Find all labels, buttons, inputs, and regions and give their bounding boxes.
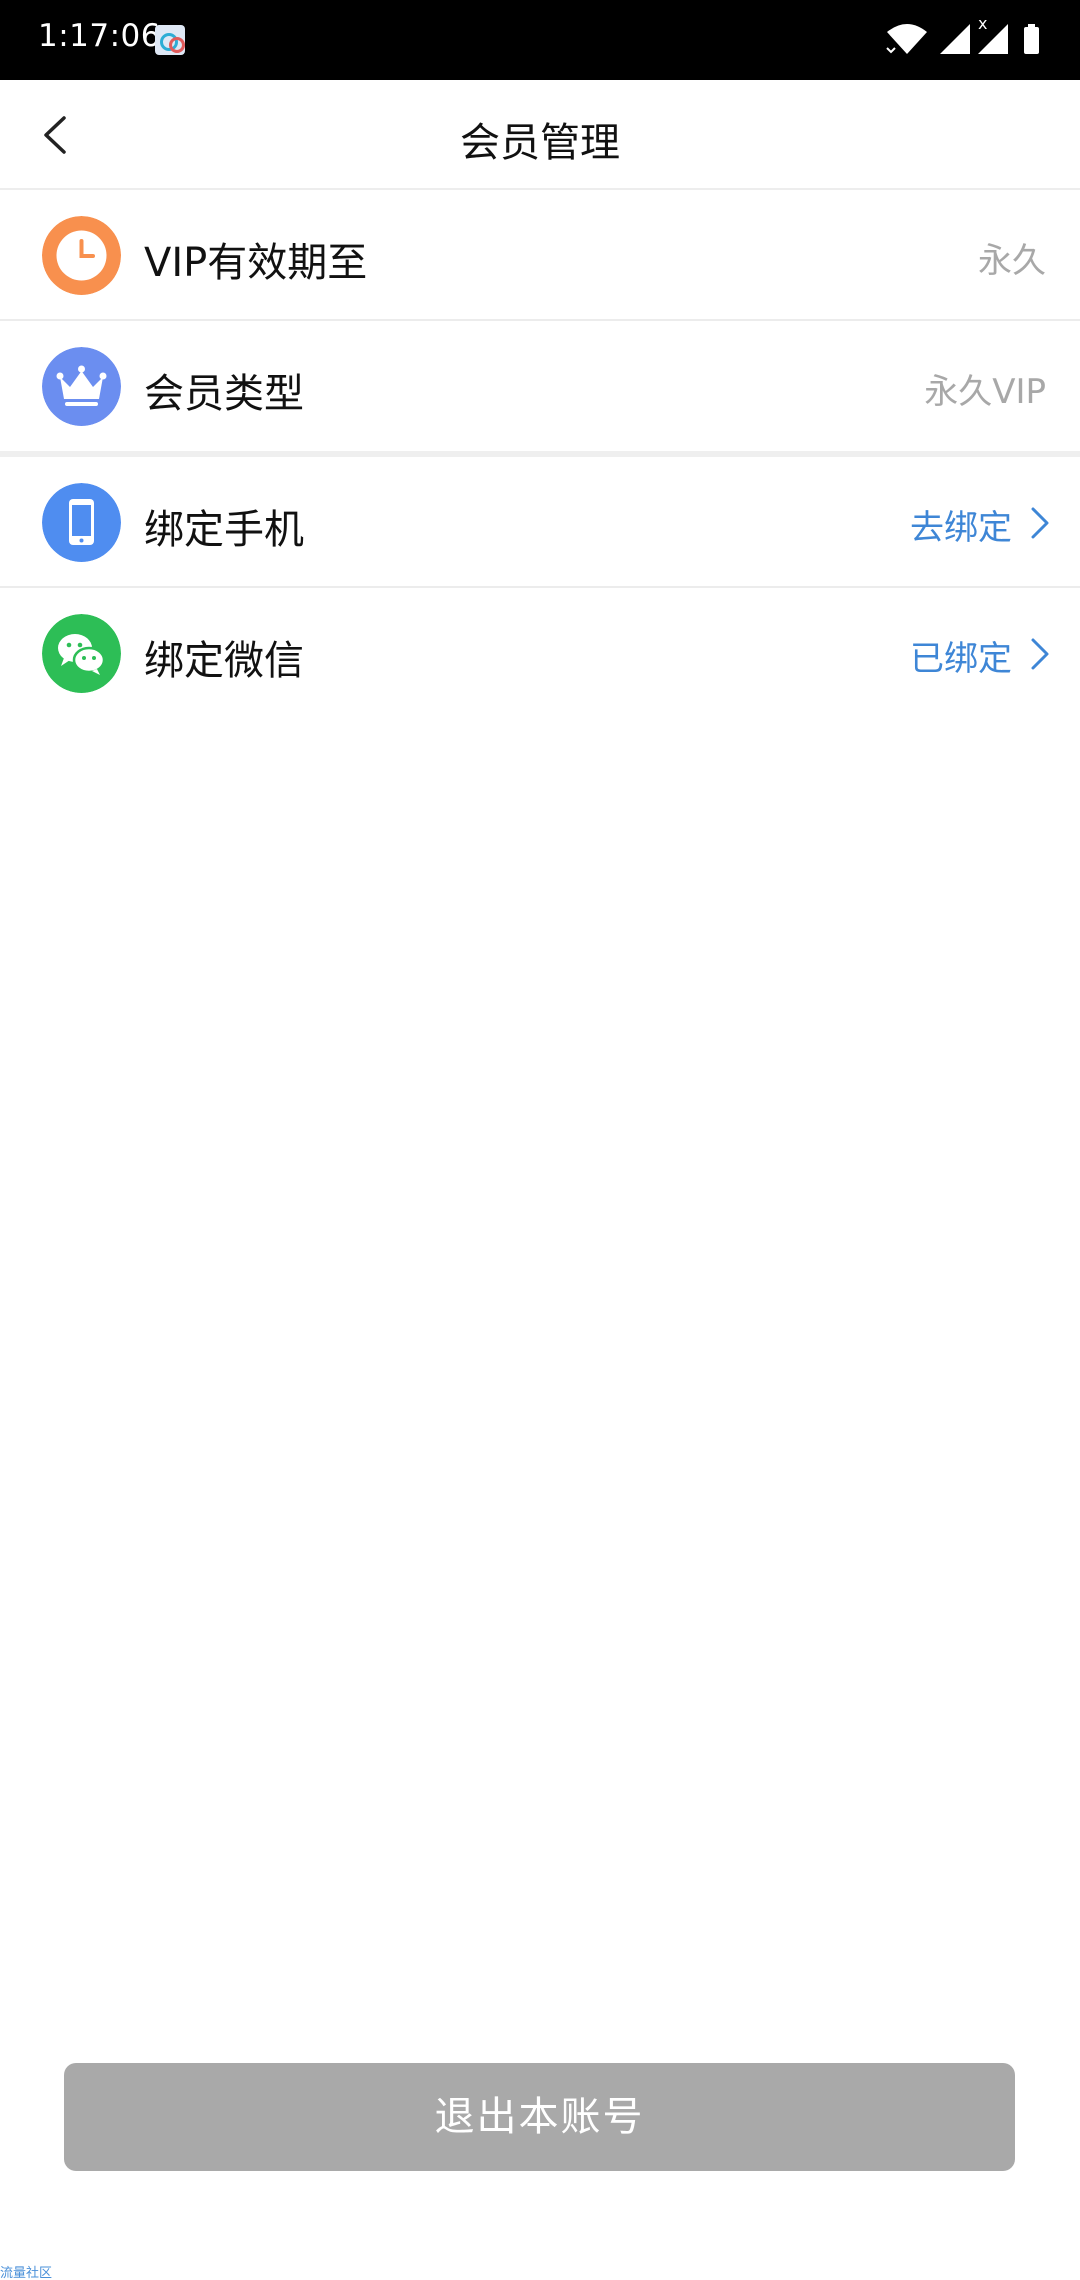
membership-type-label: 会员类型 [144,371,304,417]
bind-wechat-status[interactable]: 已绑定 [910,631,1012,680]
app-notification-icon [155,25,185,55]
chevron-right-icon [1031,507,1049,539]
cell-signal-secondary-icon [978,24,1008,54]
app-header: 会员管理 [0,80,1080,190]
bind-wechat-label: 绑定微信 [144,638,304,684]
vip-expiry-row: VIP有效期至 永久 [0,190,1080,320]
vip-expiry-value: 永久 [978,241,1046,281]
chevron-right-icon [1031,638,1049,670]
clock-icon [42,216,121,295]
wifi-icon [886,24,927,54]
phone-icon [42,483,121,562]
status-time: 1:17:06 [38,18,162,54]
watermark-text: 流量社区 [0,2266,53,2280]
bind-phone-label: 绑定手机 [144,507,304,553]
cell-signal-icon [940,24,970,54]
bind-phone-row[interactable]: 绑定手机 去绑定 [0,457,1080,587]
logout-button[interactable]: 退出本账号 [64,2063,1015,2171]
bind-wechat-row[interactable]: 绑定微信 已绑定 [0,588,1080,718]
crown-icon [42,347,121,426]
membership-type-value: 永久VIP [924,372,1046,412]
battery-icon [1024,24,1039,54]
bind-phone-action[interactable]: 去绑定 [910,500,1012,549]
membership-type-row: 会员类型 永久VIP [0,321,1080,451]
vip-expiry-label: VIP有效期至 [144,240,368,286]
status-bar: 1:17:06 x [0,0,1080,80]
wechat-icon [42,614,121,693]
page-title: 会员管理 [460,120,620,166]
